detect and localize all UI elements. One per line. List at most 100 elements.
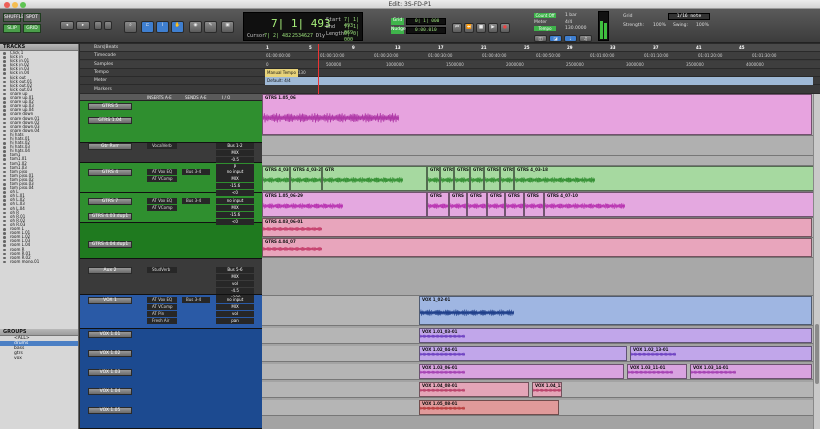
audio-clip[interactable]: GTRS: [500, 166, 514, 191]
send-slot[interactable]: Bus 3-4: [182, 169, 210, 175]
insert-slot[interactable]: AT Vox EQ: [147, 297, 177, 303]
send-slot[interactable]: Bus 3-4: [182, 297, 210, 303]
audio-clip[interactable]: VOX 1.05_08-01: [419, 400, 559, 415]
strength-value[interactable]: 100%: [653, 23, 666, 28]
io-slot[interactable]: MIX: [216, 176, 254, 182]
wait-for-note-icon[interactable]: ◪: [549, 35, 562, 42]
track-name-4[interactable]: GTRS 7: [88, 198, 132, 205]
insert-slot[interactable]: AT Vox EQ: [147, 169, 177, 175]
stop-icon[interactable]: ■: [476, 23, 486, 33]
io-slot[interactable]: -0.5: [216, 157, 254, 163]
audio-clip[interactable]: GTRS 1.05_06-29: [262, 192, 427, 217]
insert-slot[interactable]: AT VComp: [147, 205, 177, 211]
audio-clip[interactable]: GTRS: [454, 166, 470, 191]
audio-clip[interactable]: GTRS 4_03-25: [290, 166, 322, 191]
grid-mode-button[interactable]: GRID: [23, 24, 41, 33]
send-slot[interactable]: Bus 3-4: [182, 198, 210, 204]
io-slot[interactable]: Bus 1-2: [216, 143, 254, 149]
audio-clip[interactable]: VOX 1.03_11-01: [627, 364, 687, 379]
tempo-marker[interactable]: Manual Tempo: [265, 68, 298, 77]
swing-value[interactable]: 100%: [696, 23, 709, 28]
spot-mode-button[interactable]: SPOT: [23, 13, 41, 22]
insert-slot[interactable]: AT Vox EQ: [147, 198, 177, 204]
scrubber-tool-icon[interactable]: ◉: [189, 21, 202, 33]
slip-mode-button[interactable]: SLIP: [3, 24, 21, 33]
io-slot[interactable]: no input: [216, 169, 254, 175]
io-slot[interactable]: -15.6: [216, 183, 254, 189]
pencil-tool-icon[interactable]: ✎: [204, 21, 217, 33]
track-name-6[interactable]: GTRS 4.04.dup1: [88, 241, 132, 248]
midi-merge-icon[interactable]: ◫: [534, 35, 547, 42]
audio-clip[interactable]: GTRS 4_03-22: [262, 166, 290, 191]
metronome-icon[interactable]: ♩: [564, 35, 577, 42]
audio-clip[interactable]: GTRS: [524, 192, 544, 217]
nudge-value[interactable]: 0:00.010: [406, 27, 446, 34]
insert-slot[interactable]: VocalVerb: [147, 143, 177, 149]
track-name-12[interactable]: VOX 1.04: [88, 388, 132, 395]
tempo-label[interactable]: Tempo: [534, 26, 556, 31]
track-name-2[interactable]: Gtr Rvrr: [88, 143, 132, 150]
zoom-preset-2[interactable]: [104, 21, 112, 30]
count-off-button[interactable]: Count Off: [534, 13, 556, 18]
insert-slot[interactable]: AT VComp: [147, 304, 177, 310]
audio-clip[interactable]: GTRS 4_07-10: [544, 192, 814, 217]
audio-clip[interactable]: VOX 1.02_13-01: [630, 346, 812, 361]
audio-clip[interactable]: VOX 1.02_04-01: [419, 346, 627, 361]
meter-marker[interactable]: Default: 4/4: [265, 77, 813, 86]
track-name-10[interactable]: VOX 1.02: [88, 350, 132, 357]
audio-clip[interactable]: GTR: [322, 166, 427, 191]
io-slot[interactable]: vol: [216, 281, 254, 287]
audio-clip[interactable]: GTRS 4.04_07: [262, 238, 812, 257]
grid-label[interactable]: Grid: [391, 18, 404, 25]
io-slot[interactable]: no input: [216, 198, 254, 204]
audio-clip[interactable]: GTRS 4_03-18: [514, 166, 814, 191]
io-slot[interactable]: -4.5: [216, 288, 254, 294]
track-visibility-icon[interactable]: [3, 260, 6, 264]
io-slot[interactable]: pan: [216, 318, 254, 324]
io-slot[interactable]: <0: [216, 219, 254, 225]
audio-clip[interactable]: GTRS 1.05_06: [262, 94, 812, 135]
selector-tool-icon[interactable]: I: [156, 21, 169, 33]
io-slot[interactable]: MIX: [216, 150, 254, 156]
audio-clip[interactable]: GTRS: [470, 166, 484, 191]
io-slot[interactable]: no input: [216, 297, 254, 303]
audio-clip[interactable]: GTRS: [427, 166, 440, 191]
zoom-preset-1[interactable]: [94, 21, 102, 30]
io-slot[interactable]: vol: [216, 311, 254, 317]
audio-clip[interactable]: VOX 1.04_08-01: [419, 382, 529, 397]
insert-slot[interactable]: AT VComp: [147, 176, 177, 182]
audio-clip[interactable]: GTRS: [449, 192, 467, 217]
shuffle-mode-button[interactable]: SHUFFLE: [3, 13, 24, 22]
trim-tool-icon[interactable]: ⊏: [141, 21, 154, 33]
audio-clip[interactable]: VOX 1.03_14-01: [690, 364, 812, 379]
track-name-3[interactable]: GTRS 4: [88, 169, 132, 176]
main-counter[interactable]: 7| 1| 493: [271, 17, 331, 30]
audio-clip[interactable]: VOX 1.03_06-01: [419, 364, 624, 379]
nudge-label[interactable]: Nudge: [391, 27, 406, 34]
audio-clip[interactable]: VOX 1_02-01: [419, 296, 812, 325]
smart-tool-icon[interactable]: ▣: [221, 21, 234, 33]
note-value-select[interactable]: 1/16 note: [668, 13, 710, 20]
io-slot[interactable]: MIX: [216, 274, 254, 280]
track-name-0[interactable]: GTRS 5: [88, 103, 132, 110]
grid-value[interactable]: 0| 1| 000: [406, 18, 446, 25]
track-list-item[interactable]: room mono.01: [0, 259, 78, 264]
track-name-13[interactable]: VOX 1.05: [88, 407, 132, 414]
return-to-zero-icon[interactable]: ⏮: [452, 23, 462, 33]
audio-clip[interactable]: GTRS: [487, 192, 505, 217]
track-name-1[interactable]: GTRS 1.04: [88, 117, 132, 124]
vertical-scrollbar[interactable]: [813, 94, 820, 429]
audio-clip[interactable]: VOX 1.04_12-01: [532, 382, 562, 397]
zoomer-tool-icon[interactable]: ⌕: [124, 21, 137, 33]
track-name-7[interactable]: Aux 2: [88, 267, 132, 274]
bars-value[interactable]: 1 bar: [565, 13, 577, 18]
length-value[interactable]: 0| 0| 000: [344, 31, 362, 43]
record-icon[interactable]: ●: [500, 23, 510, 33]
io-slot[interactable]: Bus 5-6: [216, 267, 254, 273]
audio-clip[interactable]: GTRS: [427, 192, 449, 217]
meter-value[interactable]: 4/4: [565, 20, 572, 25]
io-slot[interactable]: MIX: [216, 205, 254, 211]
scrollbar-thumb[interactable]: [815, 324, 819, 384]
audio-clip[interactable]: GTRS 4.03_06-01: [262, 218, 812, 237]
audio-clip[interactable]: GTRS: [440, 166, 454, 191]
